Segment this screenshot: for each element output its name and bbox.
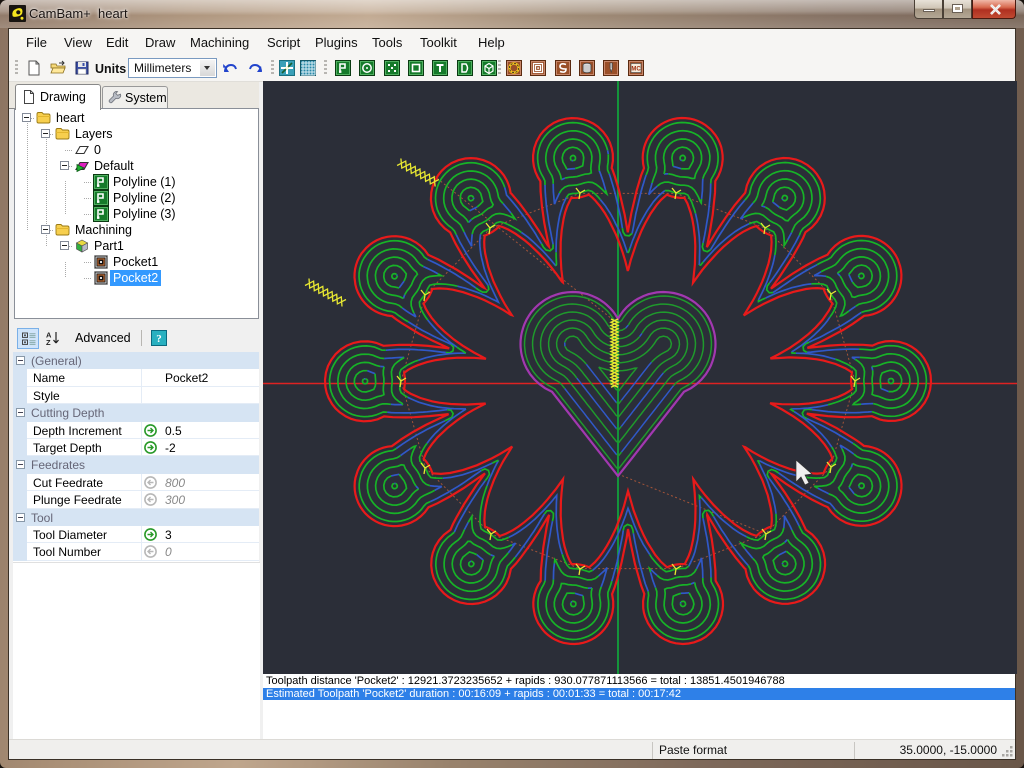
svg-text:?: ?: [156, 333, 162, 345]
svg-text:MC: MC: [631, 66, 641, 72]
svg-text:Z: Z: [46, 338, 51, 346]
